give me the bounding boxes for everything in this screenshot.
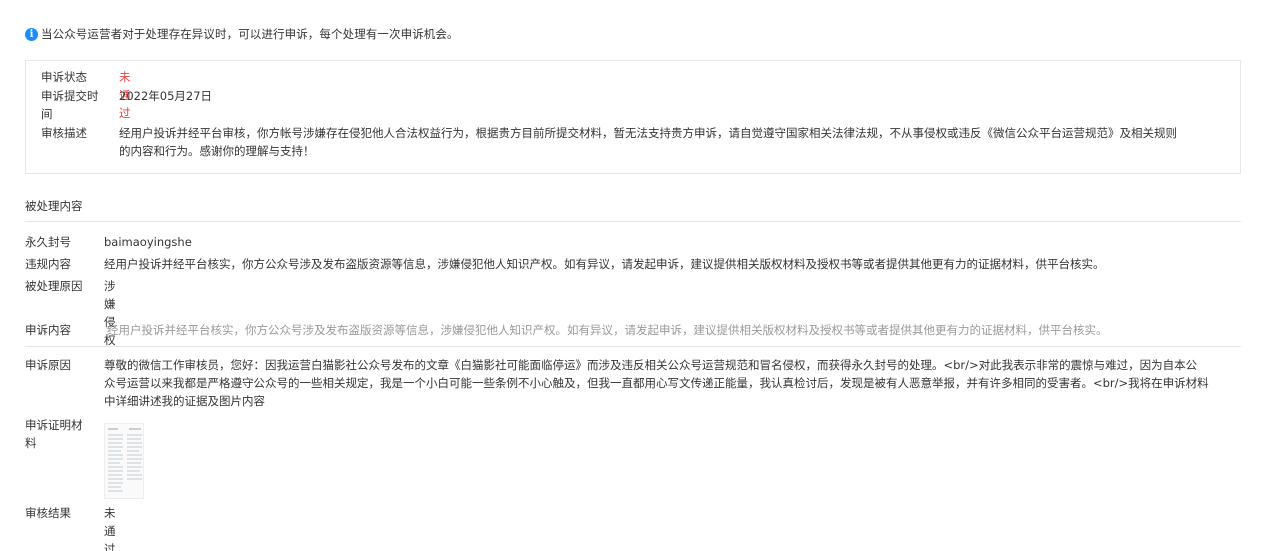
evidence-label-line1: 申诉证明材 bbox=[25, 418, 83, 432]
appeal-reason-label: 申诉原因 bbox=[25, 358, 71, 372]
ban-account: baimaoyingshe bbox=[104, 235, 192, 249]
appeal-status-label: 申诉状态 bbox=[41, 70, 87, 84]
review-desc-label: 审核描述 bbox=[41, 126, 87, 140]
ban-label: 永久封号 bbox=[25, 235, 71, 249]
violation-value: 经用户投诉并经平台核实，你方公众号涉及发布盗版资源等信息，涉嫌侵犯他人知识产权。… bbox=[104, 257, 1105, 271]
section-divider bbox=[25, 221, 1241, 222]
appeal-content-label: 申诉内容 bbox=[25, 323, 71, 337]
appeal-reason-line3: 中详细讲述我的证据及图片内容 bbox=[104, 394, 265, 408]
evidence-image-thumbnail[interactable] bbox=[104, 423, 144, 499]
notice-text: 当公众号运营者对于处理存在异议时，可以进行申诉，每个处理有一次申诉机会。 bbox=[41, 27, 459, 41]
review-desc-line1: 经用户投诉并经平台审核，你方帐号涉嫌存在侵犯他人合法权益行为，根据贵方目前所提交… bbox=[119, 126, 1177, 140]
review-result-value: 未通过 bbox=[104, 506, 116, 551]
appeal-reason-value: 尊敬的微信工作审核员，您好：因我运营白猫影社公众号发布的文章《白猫影社可能面临停… bbox=[104, 356, 1244, 410]
appeal-content-value: 经用户投诉并经平台核实，你方公众号涉及发布盗版资源等信息，涉嫌侵犯他人知识产权。… bbox=[107, 323, 1108, 337]
handled-section-title: 被处理内容 bbox=[25, 199, 83, 213]
appeal-reason-line2: 众号运营以来我都是严格遵守公众号的一些相关规定，我是一个小白可能一些条例不小心触… bbox=[104, 376, 1209, 390]
review-desc-line2: 的内容和行为。感谢你的理解与支持！ bbox=[119, 144, 315, 158]
evidence-label: 申诉证明材 料 bbox=[25, 416, 95, 452]
appeal-status-box: 申诉状态 未通过 申诉提交时 间 2022年05月27日 审核描述 经用户投诉并… bbox=[25, 60, 1241, 174]
submit-time-label-line2: 间 bbox=[41, 107, 53, 121]
review-result-label: 审核结果 bbox=[25, 506, 71, 520]
submit-time-value: 2022年05月27日 bbox=[119, 89, 213, 103]
review-desc-value: 经用户投诉并经平台审核，你方帐号涉嫌存在侵犯他人合法权益行为，根据贵方目前所提交… bbox=[119, 124, 1229, 160]
reason-label: 被处理原因 bbox=[25, 279, 83, 293]
violation-label: 违规内容 bbox=[25, 257, 71, 271]
appeal-divider bbox=[25, 346, 1241, 347]
evidence-label-line2: 料 bbox=[25, 436, 37, 450]
appeal-reason-line1: 尊敬的微信工作审核员，您好：因我运营白猫影社公众号发布的文章《白猫影社可能面临停… bbox=[104, 358, 1198, 372]
submit-time-label-line1: 申诉提交时 bbox=[41, 89, 99, 103]
info-icon: i bbox=[25, 27, 38, 41]
submit-time-label: 申诉提交时 间 bbox=[41, 87, 103, 123]
appeal-notice: i 当公众号运营者对于处理存在异议时，可以进行申诉，每个处理有一次申诉机会。 bbox=[25, 26, 459, 42]
